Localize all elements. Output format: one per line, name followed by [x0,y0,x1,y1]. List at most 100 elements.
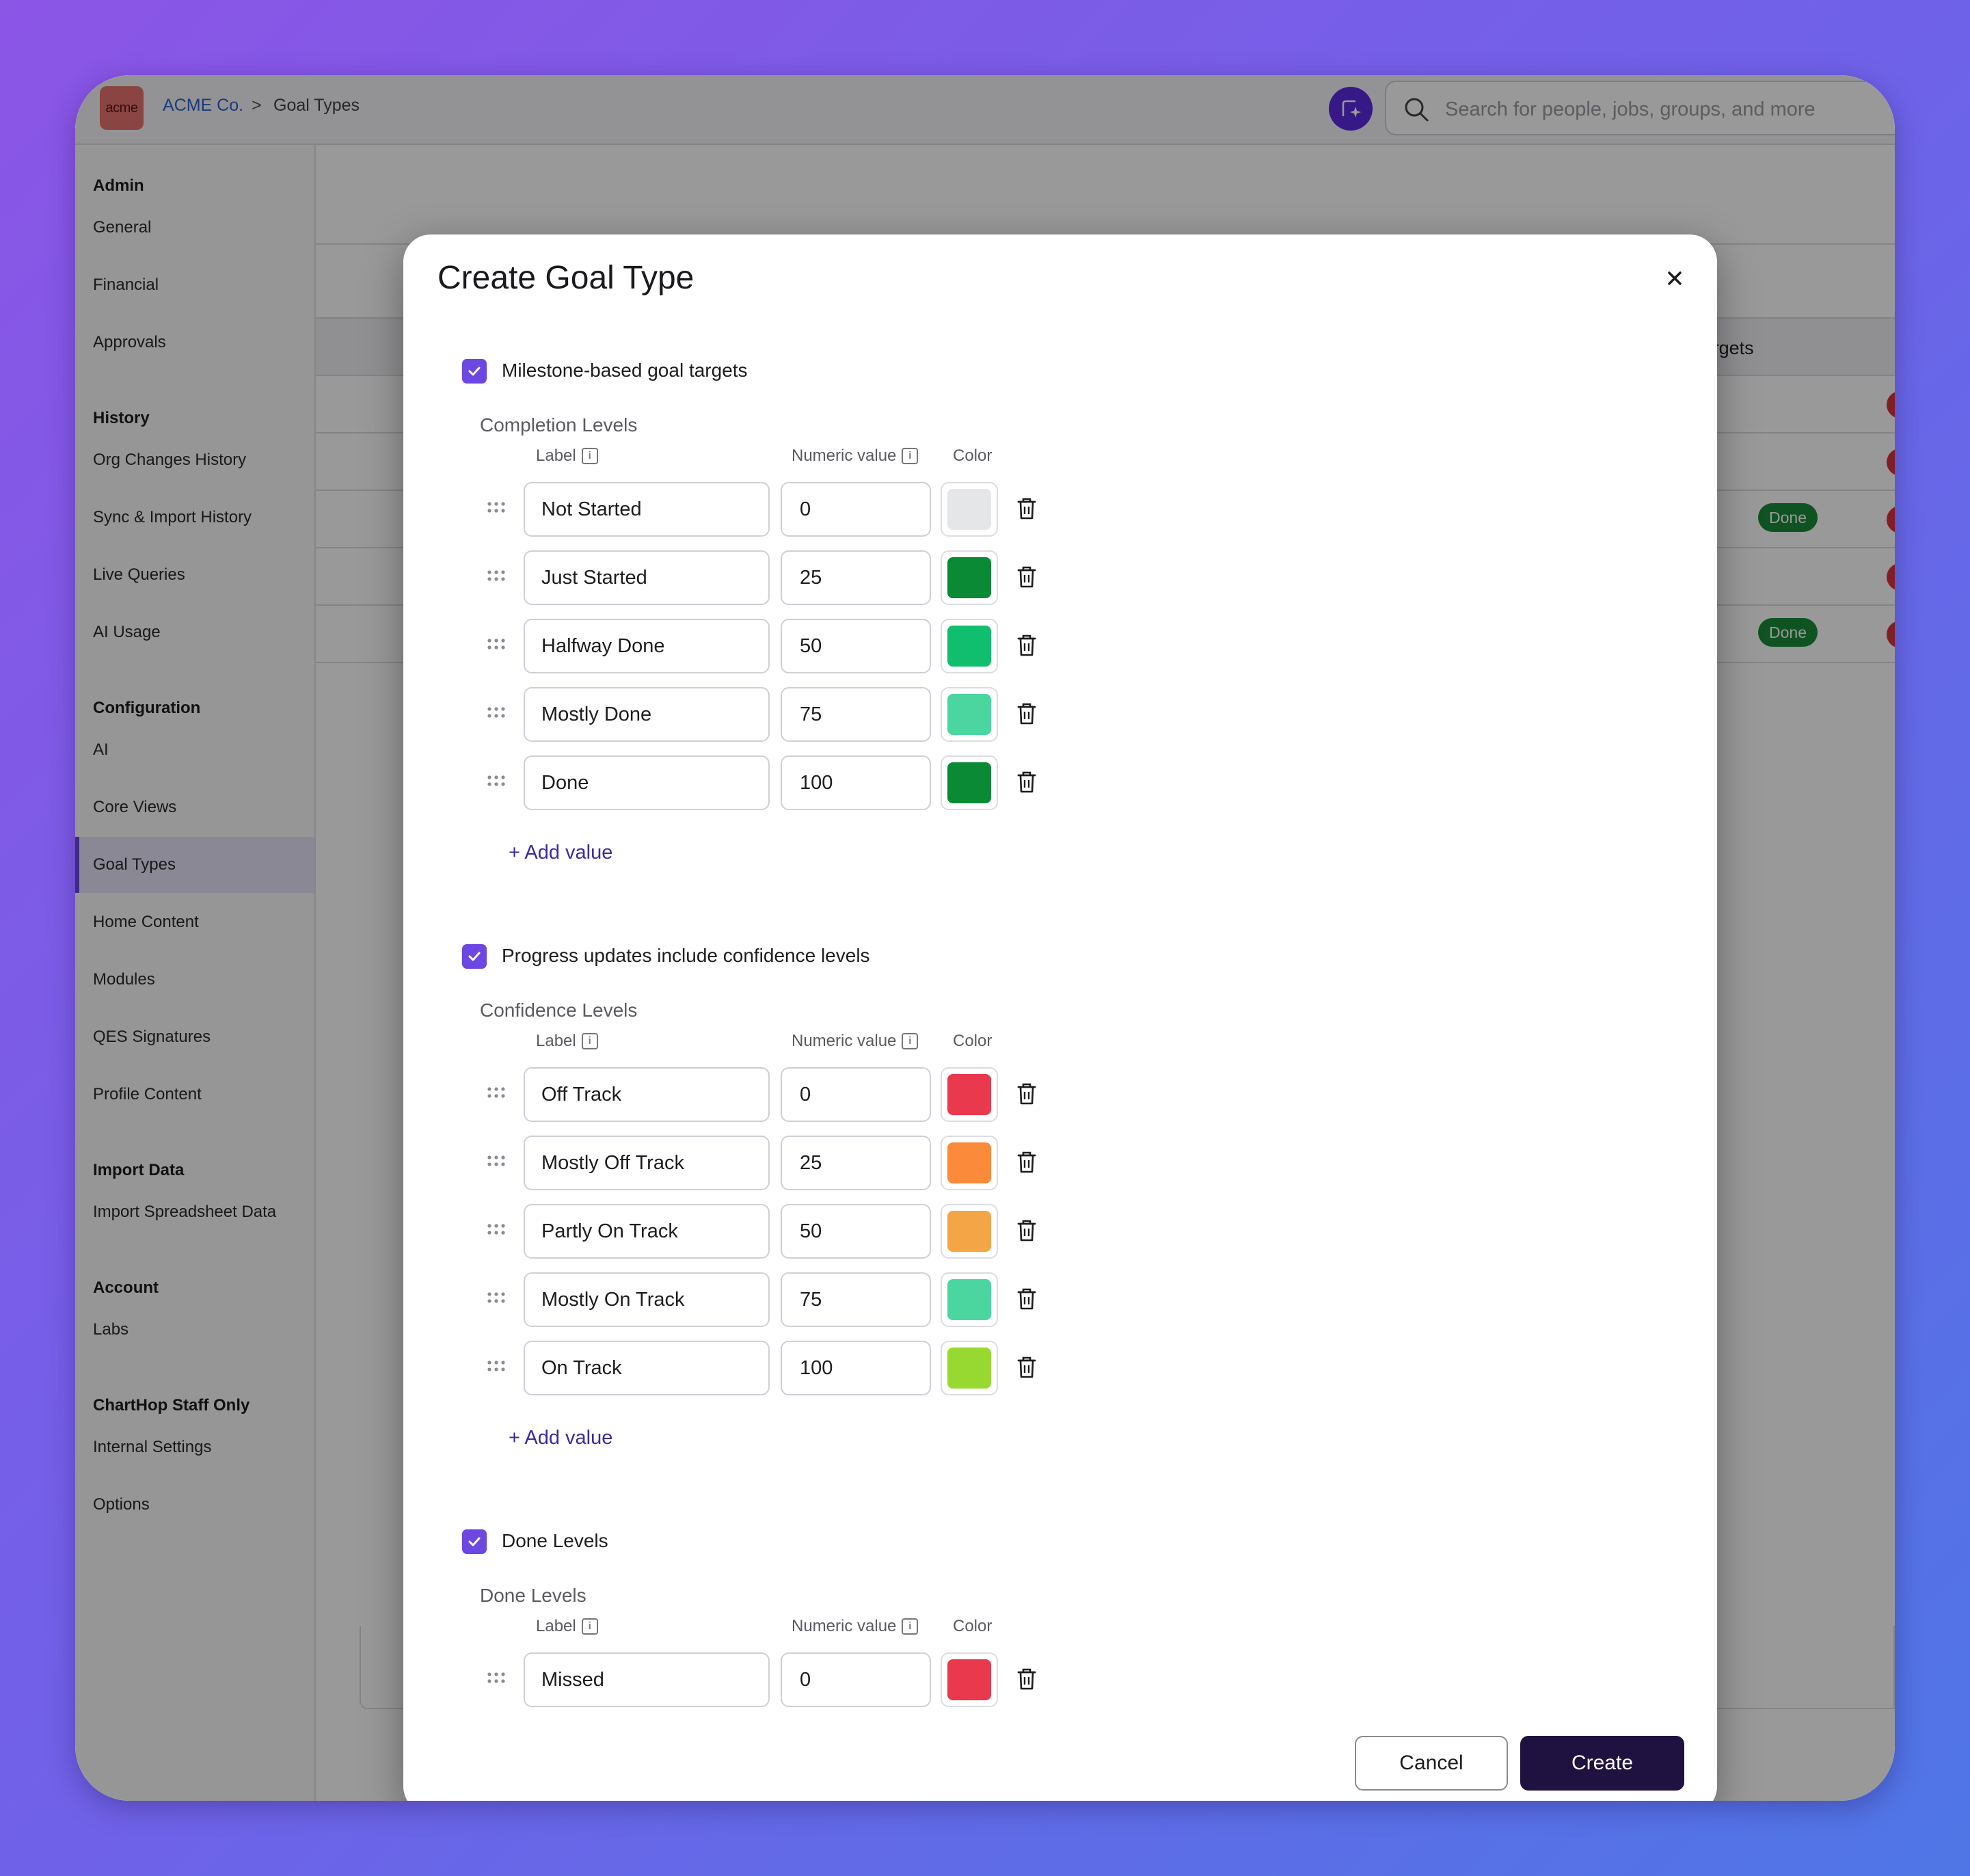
color-picker-button[interactable] [941,1341,998,1395]
color-swatch [947,1142,991,1183]
completion-levels-title: Completion Levels [480,414,638,436]
drag-handle-icon[interactable] [487,501,506,515]
done-levels-title: Done Levels [480,1585,586,1606]
label-column-header: Label i [536,1617,598,1636]
color-picker-button[interactable] [941,1204,998,1259]
drag-handle-icon[interactable] [487,1672,506,1685]
level-numeric-input[interactable]: 25 [781,1136,931,1190]
level-numeric-input[interactable]: 0 [781,1652,931,1707]
color-swatch [947,762,991,803]
level-label-input[interactable]: Partly On Track [524,1204,770,1259]
numeric-column-header: Numeric value i [792,446,919,466]
dialog-title: Create Goal Type [437,260,694,296]
create-button[interactable]: Create [1520,1736,1684,1791]
done-levels-checkbox[interactable] [462,1529,487,1554]
add-confidence-value-button[interactable]: + Add value [509,1427,612,1449]
level-label-input[interactable]: Mostly On Track [524,1272,770,1327]
level-numeric-input[interactable]: 50 [781,619,931,673]
level-numeric-input[interactable]: 75 [781,1272,931,1327]
cancel-button[interactable]: Cancel [1355,1736,1508,1791]
add-completion-value-button[interactable]: + Add value [509,842,612,864]
trash-icon[interactable] [1016,1219,1038,1242]
color-picker-button[interactable] [941,482,998,537]
milestone-targets-checkbox[interactable] [462,359,487,384]
color-picker-button[interactable] [941,619,998,673]
drag-handle-icon[interactable] [487,1360,506,1374]
color-swatch [947,1659,991,1700]
color-swatch [947,694,991,735]
color-column-text: Color [953,1617,993,1635]
level-label-input[interactable]: Off Track [524,1067,770,1122]
drag-handle-icon[interactable] [487,1223,506,1237]
drag-handle-icon[interactable] [487,775,506,788]
checkmark-icon [468,1537,481,1546]
label-column-text: Label [536,446,576,465]
color-picker-button[interactable] [941,755,998,810]
color-swatch [947,1074,991,1115]
info-icon[interactable]: i [902,1033,919,1049]
trash-icon[interactable] [1016,1287,1038,1311]
drag-handle-icon[interactable] [487,570,506,583]
level-label-input[interactable]: Halfway Done [524,619,770,673]
info-icon[interactable]: i [581,1033,598,1049]
level-label-input[interactable]: Mostly Off Track [524,1136,770,1190]
level-numeric-input[interactable]: 25 [781,550,931,605]
color-swatch [947,626,991,667]
level-label-input[interactable]: Mostly Done [524,687,770,742]
label-column-text: Label [536,1032,576,1050]
color-picker-button[interactable] [941,1136,998,1190]
level-numeric-input[interactable]: 0 [781,482,931,537]
color-swatch [947,489,991,530]
close-icon[interactable] [1661,265,1688,292]
drag-handle-icon[interactable] [487,706,506,720]
level-numeric-input[interactable]: 75 [781,687,931,742]
level-row: Not Started 0 [403,482,1717,537]
drag-handle-icon[interactable] [487,1086,506,1100]
label-column-text: Label [536,1617,576,1635]
milestone-targets-label: Milestone-based goal targets [502,360,748,381]
level-label-input[interactable]: Missed [524,1652,770,1707]
trash-icon[interactable] [1016,702,1038,725]
done-levels-label: Done Levels [502,1530,608,1551]
info-icon[interactable]: i [581,1618,598,1635]
color-column-header: Color [953,1032,992,1051]
level-row: Off Track 0 [403,1067,1717,1122]
drag-handle-icon[interactable] [487,638,506,652]
info-icon[interactable]: i [902,448,919,464]
info-icon[interactable]: i [581,448,598,464]
info-icon[interactable]: i [902,1618,919,1635]
level-numeric-input[interactable]: 100 [781,755,931,810]
level-numeric-input[interactable]: 50 [781,1204,931,1259]
trash-icon[interactable] [1016,1667,1038,1691]
create-goal-type-dialog: Create Goal Type Milestone-based goal ta… [403,234,1717,1801]
color-picker-button[interactable] [941,1652,998,1707]
color-picker-button[interactable] [941,550,998,605]
trash-icon[interactable] [1016,497,1038,520]
level-label-input[interactable]: Not Started [524,482,770,537]
trash-icon[interactable] [1016,770,1038,794]
level-row: Just Started 25 [403,550,1717,605]
numeric-column-text: Numeric value [792,1617,897,1635]
numeric-column-text: Numeric value [792,1032,897,1050]
color-picker-button[interactable] [941,1067,998,1122]
trash-icon[interactable] [1016,565,1038,589]
trash-icon[interactable] [1016,1356,1038,1379]
trash-icon[interactable] [1016,1082,1038,1106]
level-label-input[interactable]: On Track [524,1341,770,1395]
level-numeric-input[interactable]: 0 [781,1067,931,1122]
drag-handle-icon[interactable] [487,1291,506,1305]
trash-icon[interactable] [1016,1151,1038,1174]
color-picker-button[interactable] [941,687,998,742]
color-column-header: Color [953,1617,992,1636]
trash-icon[interactable] [1016,634,1038,657]
drag-handle-icon[interactable] [487,1155,506,1168]
color-picker-button[interactable] [941,1272,998,1327]
level-label-input[interactable]: Just Started [524,550,770,605]
level-numeric-input[interactable]: 100 [781,1341,931,1395]
confidence-levels-checkbox[interactable] [462,944,487,969]
checkmark-icon [468,952,481,961]
color-column-text: Color [953,446,993,465]
checkmark-icon [468,366,481,376]
level-label-input[interactable]: Done [524,755,770,810]
label-column-header: Label i [536,1032,598,1051]
